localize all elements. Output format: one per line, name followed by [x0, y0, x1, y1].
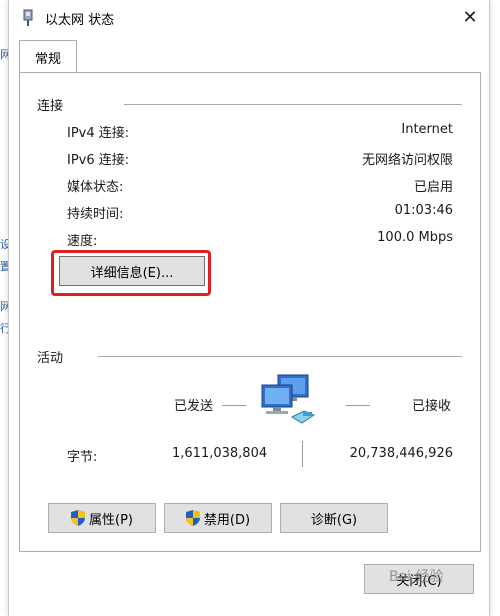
connection-group-divider — [124, 104, 462, 105]
general-panel: 连接 IPv4 连接: Internet IPv6 连接: 无网络访问权限 媒体… — [19, 72, 481, 552]
media-state-label: 媒体状态: — [67, 180, 124, 195]
tab-general[interactable]: 常规 — [19, 40, 77, 73]
ipv4-value: Internet — [401, 122, 453, 137]
watermark-logo: Bai 经验 — [389, 569, 444, 585]
disable-button-label: 禁用(D) — [203, 512, 251, 528]
media-state-value: 已启用 — [413, 180, 453, 195]
shield-icon — [71, 510, 85, 526]
ipv6-value: 无网络访问权限 — [361, 153, 453, 168]
duration-label: 持续时间: — [67, 207, 124, 222]
window-title: 以太网 状态 — [45, 13, 115, 28]
speed-value: 100.0 Mbps — [377, 230, 453, 245]
title-bar[interactable]: 以太网 状态 ✕ — [9, 0, 489, 36]
disable-button[interactable]: 禁用(D) — [164, 503, 272, 533]
sent-label: 已发送 — [174, 399, 214, 414]
sent-connector-line — [222, 405, 246, 406]
close-icon[interactable]: ✕ — [451, 0, 489, 34]
network-adapter-icon — [23, 9, 33, 26]
speed-label: 速度: — [67, 234, 98, 249]
duration-value: 01:03:46 — [394, 203, 453, 218]
bytes-received-value: 20,738,446,926 — [349, 446, 453, 461]
bytes-sent-value: 1,611,038,804 — [172, 446, 268, 461]
ipv4-label: IPv4 连接: — [67, 126, 130, 141]
bytes-divider — [302, 441, 303, 467]
properties-button[interactable]: 属性(P) — [48, 503, 156, 533]
ethernet-status-dialog: 以太网 状态 ✕ 常规 连接 IPv4 连接: Internet IPv6 连接… — [8, 0, 490, 616]
properties-button-label: 属性(P) — [89, 512, 133, 528]
shield-icon — [185, 510, 200, 526]
computers-network-icon — [261, 374, 316, 424]
received-connector-line — [346, 405, 370, 406]
bytes-label: 字节: — [67, 450, 98, 465]
activity-group-divider — [98, 356, 462, 357]
received-label: 已接收 — [412, 399, 452, 414]
diagnose-button[interactable]: 诊断(G) — [280, 503, 388, 533]
connection-group-title: 连接 — [37, 99, 64, 114]
highlight-frame — [51, 250, 211, 296]
activity-group-title: 活动 — [37, 351, 64, 366]
ipv6-label: IPv6 连接: — [67, 153, 130, 168]
tab-strip: 常规 — [9, 40, 489, 74]
